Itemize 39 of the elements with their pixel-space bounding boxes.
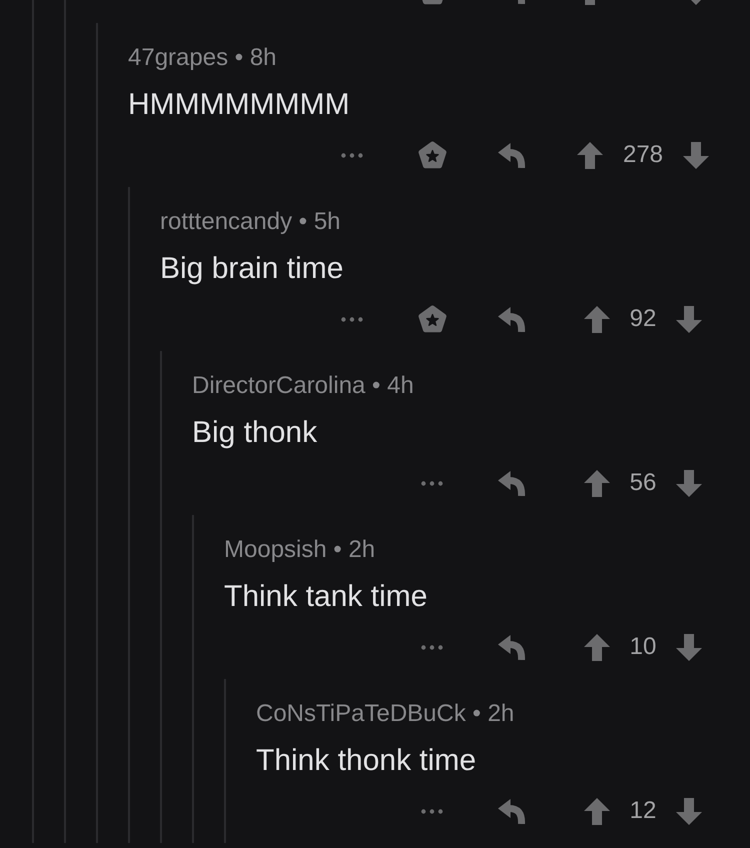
down-arrow-icon bbox=[676, 634, 702, 660]
ellipsis-icon bbox=[421, 644, 443, 650]
vote-score: 278 bbox=[622, 141, 664, 169]
award-button[interactable] bbox=[416, 303, 448, 335]
comment-byline: rotttencandy • 5h bbox=[160, 207, 342, 237]
comment-text: HMMMMMMMM bbox=[128, 87, 351, 123]
star-pentagon-icon bbox=[418, 141, 446, 169]
down-arrow-icon bbox=[683, 142, 710, 168]
vote-score: 10 bbox=[630, 633, 656, 661]
comment-text: Big thonk bbox=[192, 415, 318, 451]
down-arrow-icon bbox=[676, 306, 702, 332]
comment-byline: CoNsTiPaTeDBuCk • 2h bbox=[256, 699, 516, 729]
comment-text: Big brain time bbox=[160, 251, 344, 287]
ellipsis-icon bbox=[421, 808, 443, 814]
ellipsis-icon bbox=[341, 152, 363, 158]
down-arrow-icon bbox=[676, 798, 702, 824]
up-arrow-icon bbox=[584, 306, 610, 332]
comment-text: Think thonk time bbox=[256, 743, 478, 779]
ellipsis-icon bbox=[421, 480, 443, 486]
vote-score: 92 bbox=[630, 305, 656, 333]
up-arrow-icon bbox=[584, 470, 610, 496]
vote-score: 12 bbox=[630, 797, 656, 825]
curved-arrow-icon bbox=[498, 142, 526, 168]
comment-text: Think tank time bbox=[224, 579, 428, 615]
curved-arrow-icon bbox=[498, 798, 526, 824]
up-arrow-icon bbox=[584, 798, 610, 824]
vote-score: 56 bbox=[630, 469, 656, 497]
award-button[interactable] bbox=[416, 139, 448, 171]
down-arrow-icon bbox=[676, 470, 702, 496]
curved-arrow-icon bbox=[498, 470, 526, 496]
comment-byline: DirectorCarolina • 4h bbox=[192, 371, 415, 401]
up-arrow-icon bbox=[576, 142, 603, 168]
curved-arrow-icon bbox=[498, 306, 526, 332]
comment-byline: Moopsish • 2h bbox=[224, 535, 376, 565]
ellipsis-icon bbox=[341, 316, 363, 322]
star-pentagon-icon bbox=[418, 305, 446, 333]
curved-arrow-icon bbox=[498, 634, 526, 660]
comment-byline: 47grapes • 8h bbox=[128, 43, 278, 73]
up-arrow-icon bbox=[584, 634, 610, 660]
